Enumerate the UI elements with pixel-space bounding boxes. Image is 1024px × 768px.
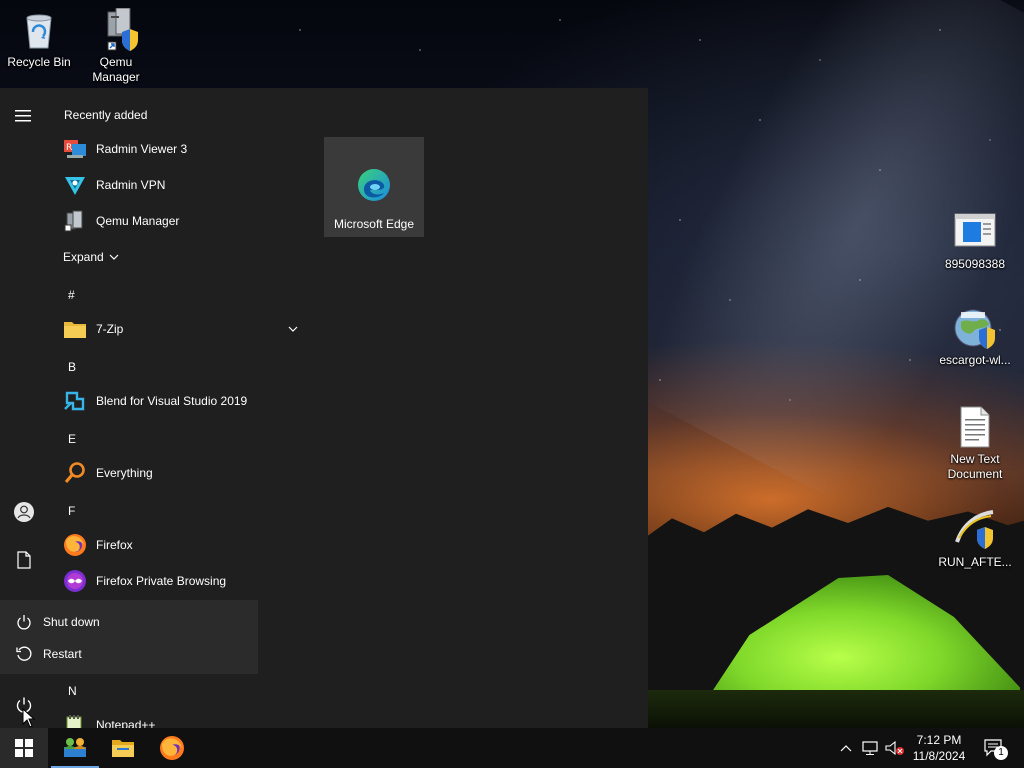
app-item-label: Everything [96,466,153,480]
app-item-label: Qemu Manager [96,214,180,228]
restart-label: Restart [43,647,82,661]
show-hidden-icons-button[interactable] [836,728,856,768]
app-item-qemu-manager[interactable]: Qemu Manager [48,203,310,239]
app-item-blend[interactable]: Blend for Visual Studio 2019 [48,383,310,419]
system-clock[interactable]: 7:12 PM 11/8/2024 [906,732,972,764]
restart-menu-item[interactable]: Restart [0,638,258,670]
user-avatar-icon [14,502,34,522]
taskbar-file-explorer[interactable] [99,728,147,768]
account-button[interactable] [0,492,48,532]
volume-tray-button[interactable] [884,728,906,768]
blend-icon [62,388,88,414]
desktop-icon-895098388[interactable]: 895098388 [937,210,1013,272]
globe-shield-icon [953,306,997,350]
desktop-icon-qemu-manager[interactable]: Qemu Manager [78,7,154,85]
group-header-e[interactable]: E [68,432,76,446]
app-item-everything[interactable]: Everything [48,455,310,491]
clock-time: 7:12 PM [916,733,962,747]
power-icon [13,614,35,630]
app-item-radmin-vpn[interactable]: Radmin VPN [48,167,310,203]
edge-icon [356,167,392,206]
notification-count-badge: 1 [994,746,1008,760]
shutdown-menu-item[interactable]: Shut down [0,606,258,638]
tile-microsoft-edge[interactable]: Microsoft Edge [324,137,424,237]
qemu-manager-icon [62,208,88,234]
app-item-firefox-private[interactable]: Firefox Private Browsing [48,563,310,599]
group-header-hash[interactable]: # [68,288,75,302]
desktop-icon-run-after[interactable]: RUN_AFTE... [937,508,1013,570]
folder-icon [62,316,88,342]
clock-date: 11/8/2024 [912,749,966,763]
app-item-firefox[interactable]: Firefox [48,527,310,563]
group-header-b[interactable]: B [68,360,76,374]
taskbar: 7:12 PM 11/8/2024 1 [0,728,1024,768]
desktop-icon-new-text-document[interactable]: New Text Document [937,405,1013,482]
app-item-label: 7-Zip [96,322,124,336]
network-users-icon [64,738,86,757]
folder-icon [112,740,134,757]
network-tray-button[interactable] [860,728,882,768]
app-item-notepad-plus[interactable]: Notepad++ [48,707,310,728]
desktop-icon-label: RUN_AFTE... [938,555,1012,569]
app-item-label: Notepad++ [96,718,156,728]
taskbar-radmin-vpn[interactable] [51,728,99,768]
group-header-n[interactable]: N [68,684,77,698]
radmin-vpn-icon [62,172,88,198]
expand-recent-button[interactable]: Expand [63,250,119,264]
app-item-label: Radmin Viewer 3 [96,142,188,156]
start-menu: Recently added R Radmin Viewer 3 Radmin … [0,88,648,728]
svg-text:R: R [66,143,72,153]
desktop-icon-recycle-bin[interactable]: Recycle Bin [1,8,77,70]
qemu-manager-icon [94,7,138,52]
network-icon [862,741,878,755]
recycle-bin-icon [17,8,61,52]
firefox-private-icon [62,568,88,594]
app-item-radmin-viewer[interactable]: R Radmin Viewer 3 [48,131,310,167]
taskbar-firefox[interactable] [148,728,196,768]
script-shield-icon [953,508,997,552]
documents-button[interactable] [0,540,48,580]
window-app-icon [953,210,997,254]
restart-icon [13,646,35,662]
mouse-cursor-icon [22,708,36,728]
app-item-label: Blend for Visual Studio 2019 [96,394,248,408]
chevron-up-icon [840,745,852,752]
document-icon [17,551,31,569]
text-document-icon [953,405,997,449]
power-options-popup: Shut down Restart [0,600,258,674]
shutdown-label: Shut down [43,615,100,629]
expand-label: Expand [63,250,104,264]
desktop-icon-label: Qemu Manager [92,55,140,84]
app-item-label: Firefox Private Browsing [96,574,227,588]
hamburger-menu-button[interactable] [0,96,48,136]
firefox-icon [160,736,184,760]
desktop-icon-label: escargot-wl... [939,353,1011,367]
app-item-label: Radmin VPN [96,178,166,192]
hamburger-icon [15,110,31,122]
chevron-down-icon[interactable] [288,325,298,333]
app-item-label: Firefox [96,538,133,552]
firefox-icon [62,532,88,558]
action-center-button[interactable]: 1 [980,728,1008,768]
volume-muted-icon [885,740,904,756]
desktop-icon-escargot[interactable]: escargot-wl... [937,306,1013,368]
tile-label: Microsoft Edge [333,217,415,231]
foreground-grass [648,690,1024,728]
group-header-f[interactable]: F [68,504,75,518]
magnifier-icon [62,460,88,486]
app-item-7zip[interactable]: 7-Zip [48,311,310,347]
windows-logo-icon [15,739,33,757]
recently-added-header: Recently added [64,108,148,122]
chevron-down-icon [109,254,119,260]
start-button[interactable] [0,728,48,768]
desktop-icon-label: Recycle Bin [7,55,71,69]
desktop-icon-label: 895098388 [944,257,1006,271]
radmin-viewer-icon: R [62,136,88,162]
desktop-icon-label: New Text Document [947,452,1003,481]
notepad-plus-icon [62,712,88,728]
